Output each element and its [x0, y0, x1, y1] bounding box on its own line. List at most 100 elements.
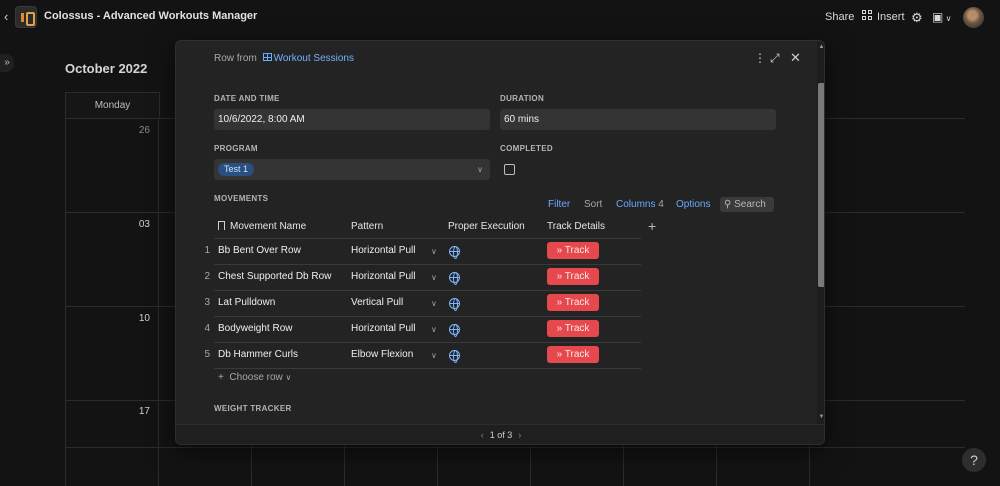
movements-label: MOVEMENTS: [214, 194, 269, 203]
double-chevron-right-icon: »: [556, 349, 563, 360]
program-label: PROGRAM: [214, 144, 258, 153]
track-button[interactable]: » Track: [547, 242, 599, 259]
add-column-icon[interactable]: +: [648, 218, 656, 234]
double-chevron-right-icon: »: [556, 245, 563, 256]
column-header-pattern[interactable]: Pattern: [351, 221, 383, 232]
row-number: 5: [204, 349, 210, 360]
chevron-down-icon[interactable]: ∨: [431, 299, 437, 308]
sort-button[interactable]: Sort: [584, 198, 602, 212]
insert-button[interactable]: Insert: [862, 10, 905, 23]
row-number: 3: [204, 297, 210, 308]
pattern-cell[interactable]: Elbow Flexion: [351, 349, 413, 360]
track-label: Track: [564, 245, 590, 256]
row-detail-modal: Row from Workout Sessions ⋮ ⤢ ✕ DATE AND…: [175, 40, 825, 445]
pattern-cell[interactable]: Horizontal Pull: [351, 271, 415, 282]
pattern-cell[interactable]: Vertical Pull: [351, 297, 403, 308]
row-number: 4: [204, 323, 210, 334]
globe-icon[interactable]: [449, 246, 460, 259]
chevron-down-icon: ∨: [943, 14, 952, 23]
columns-count: 4: [658, 199, 664, 210]
chevron-down-icon: ∨: [285, 373, 292, 382]
pager-label: 1 of 3: [489, 430, 513, 440]
row-number: 2: [204, 271, 210, 282]
table-divider: [214, 368, 641, 369]
choose-row-button[interactable]: + Choose row ∨: [218, 372, 291, 383]
search-label: Search: [734, 199, 766, 210]
program-chip: Test 1: [218, 163, 255, 176]
weight-tracker-label: WEIGHT TRACKER: [214, 404, 292, 413]
plus-icon: +: [218, 372, 224, 383]
insert-label: Insert: [877, 11, 905, 23]
pager: ‹ 1 of 3 ›: [176, 430, 824, 440]
chevron-right-icon[interactable]: ›: [518, 430, 521, 440]
search-box[interactable]: ⚲ Search: [720, 197, 774, 212]
row-source-prefix: Row from: [214, 53, 257, 64]
source-table-link[interactable]: Workout Sessions: [274, 53, 354, 64]
doc-icon[interactable]: [15, 6, 37, 28]
movement-name-cell[interactable]: Bodyweight Row: [218, 323, 292, 334]
table-divider: [214, 316, 641, 317]
gear-icon[interactable]: ⚙: [911, 10, 923, 26]
completed-label: COMPLETED: [500, 144, 553, 153]
grid-icon: [862, 10, 873, 21]
calendar-month-title: October 2022: [65, 61, 148, 76]
chevron-down-icon: ∨: [477, 165, 483, 174]
double-chevron-right-icon: »: [556, 323, 563, 334]
expand-sidebar-icon[interactable]: »: [0, 54, 14, 72]
doc-title[interactable]: Colossus - Advanced Workouts Manager: [44, 10, 257, 22]
program-select[interactable]: Test 1 ∨: [214, 159, 490, 180]
chevron-down-icon[interactable]: ∨: [431, 247, 437, 256]
calendar-day-number: 10: [138, 313, 150, 324]
track-button[interactable]: » Track: [547, 268, 599, 285]
date-time-label: DATE AND TIME: [214, 94, 280, 103]
help-button[interactable]: ?: [962, 448, 986, 472]
modal-footer: ‹ 1 of 3 ›: [176, 424, 824, 444]
more-options-icon[interactable]: ⋮: [754, 52, 766, 64]
layout-menu-button[interactable]: ▣ ∨: [932, 10, 951, 24]
globe-icon[interactable]: [449, 324, 460, 337]
duration-field[interactable]: 60 mins: [500, 109, 776, 130]
chevron-left-icon[interactable]: ‹: [481, 430, 484, 440]
globe-icon[interactable]: [449, 272, 460, 285]
expand-icon[interactable]: ⤢: [770, 52, 780, 64]
track-button[interactable]: » Track: [547, 320, 599, 337]
share-button[interactable]: Share: [825, 11, 854, 23]
movement-name-cell[interactable]: Db Hammer Curls: [218, 349, 298, 360]
chevron-left-icon[interactable]: ‹: [4, 10, 14, 24]
column-header-movement-name[interactable]: Movement Name: [218, 221, 306, 232]
duration-label: DURATION: [500, 94, 545, 103]
columns-button[interactable]: Columns 4: [616, 198, 664, 212]
row-number: 1: [204, 245, 210, 256]
chevron-down-icon[interactable]: ∨: [431, 273, 437, 282]
date-time-field[interactable]: 10/6/2022, 8:00 AM: [214, 109, 490, 130]
globe-icon[interactable]: [449, 350, 460, 363]
track-label: Track: [564, 271, 590, 282]
filter-button[interactable]: Filter: [548, 198, 570, 212]
calendar-day-number: 03: [138, 219, 150, 230]
pattern-cell[interactable]: Horizontal Pull: [351, 323, 415, 334]
layout-icon: ▣: [932, 10, 944, 24]
modal-scrollbar-thumb[interactable]: [818, 83, 824, 287]
calendar-day-number: 17: [138, 406, 150, 417]
movement-name-cell[interactable]: Bb Bent Over Row: [218, 245, 301, 256]
chevron-down-icon[interactable]: ∨: [431, 351, 437, 360]
close-icon[interactable]: ✕: [790, 51, 801, 64]
column-header-track-details[interactable]: Track Details: [547, 221, 605, 232]
column-header-proper-execution[interactable]: Proper Execution: [448, 221, 525, 232]
completed-checkbox[interactable]: [504, 164, 515, 175]
calendar-day-header: Monday: [65, 92, 160, 118]
scroll-down-icon[interactable]: ▼: [818, 413, 824, 421]
chevron-down-icon[interactable]: ∨: [431, 325, 437, 334]
movement-name-cell[interactable]: Lat Pulldown: [218, 297, 275, 308]
options-button[interactable]: Options: [676, 198, 710, 212]
table-divider: [214, 342, 641, 343]
columns-label: Columns: [616, 199, 656, 210]
calendar-day-number: 26: [138, 125, 150, 136]
globe-icon[interactable]: [449, 298, 460, 311]
pattern-cell[interactable]: Horizontal Pull: [351, 245, 415, 256]
track-button[interactable]: » Track: [547, 294, 599, 311]
movement-name-cell[interactable]: Chest Supported Db Row: [218, 271, 331, 282]
track-button[interactable]: » Track: [547, 346, 599, 363]
avatar[interactable]: [963, 7, 984, 28]
scroll-up-icon[interactable]: ▲: [818, 43, 824, 51]
